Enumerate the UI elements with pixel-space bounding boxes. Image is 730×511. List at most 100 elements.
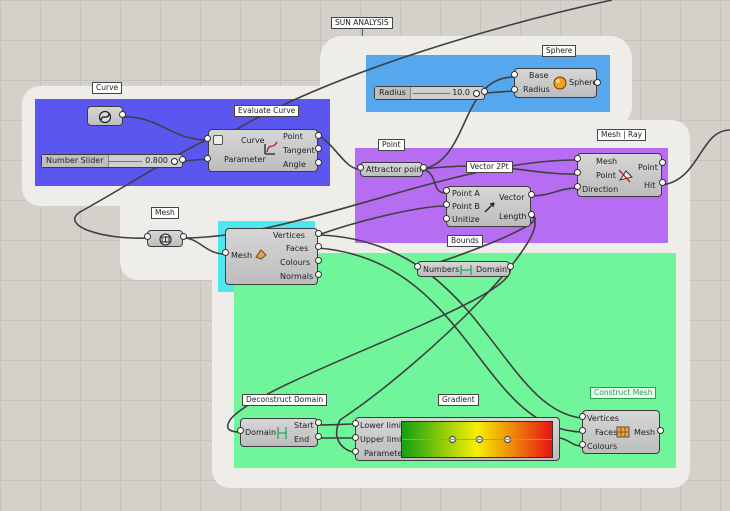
port[interactable] (315, 159, 322, 166)
cm-input-colours: Colours (587, 442, 618, 451)
vector2pt-tag: Vector 2Pt (466, 161, 513, 173)
port[interactable] (579, 441, 586, 448)
curve-param[interactable] (87, 106, 123, 126)
port[interactable] (357, 164, 364, 171)
wire-curve-eval (119, 116, 209, 141)
port[interactable] (315, 243, 322, 250)
sphere-component[interactable]: Base Radius Sphere (514, 68, 597, 98)
cm-output-mesh: Mesh (634, 428, 656, 437)
port[interactable] (315, 433, 322, 440)
gradient-tag: Gradient (438, 394, 479, 406)
evaluate-output-point: Point (283, 132, 303, 141)
radius-slider-knob[interactable] (473, 90, 480, 97)
port[interactable] (443, 201, 450, 208)
port[interactable] (180, 233, 187, 240)
vector-output-vector: Vector (499, 193, 525, 202)
port[interactable] (315, 132, 322, 139)
sphere-icon (553, 76, 567, 90)
port[interactable] (315, 271, 322, 278)
number-slider-label: Number Slider (42, 155, 109, 167)
port[interactable] (594, 79, 601, 86)
bounds-component[interactable]: Numbers Domain (417, 261, 510, 277)
port[interactable] (481, 88, 488, 95)
meshray-input-mesh: Mesh (596, 157, 618, 166)
attractor-point-param[interactable]: Attractor point (360, 162, 425, 177)
port[interactable] (144, 233, 151, 240)
port[interactable] (352, 434, 359, 441)
port[interactable] (574, 169, 581, 176)
deconstruct-domain-tag: Deconstruct Domain (242, 394, 328, 406)
deconstruct-mesh-component[interactable]: Mesh Vertices Faces Colours Normals (225, 228, 318, 285)
vector2pt-component[interactable]: Point A Point B Unitize Vector Length (446, 186, 531, 227)
gradient-component[interactable]: Lower limit Upper limit Parameter (355, 417, 560, 461)
evaluate-curve-component[interactable]: Curve Parameter Point Tangent Angle (208, 129, 318, 172)
port[interactable] (511, 86, 518, 93)
cm-input-vertices: Vertices (587, 414, 619, 423)
gradient-input-upper: Upper limit (360, 435, 405, 444)
port[interactable] (659, 179, 666, 186)
number-slider-knob[interactable] (171, 158, 178, 165)
sphere-output-sphere: Sphere (569, 78, 598, 87)
evaluate-curve-toggle[interactable] (213, 135, 223, 145)
curve-param-icon (264, 141, 278, 155)
port[interactable] (574, 183, 581, 190)
mesh-param[interactable] (147, 230, 183, 247)
port[interactable] (352, 420, 359, 427)
port[interactable] (579, 413, 586, 420)
vector-icon (484, 202, 495, 213)
evaluate-output-tangent: Tangent (283, 146, 315, 155)
port[interactable] (237, 427, 244, 434)
port[interactable] (579, 427, 586, 434)
port[interactable] (657, 427, 664, 434)
wire-domain-decon (226, 267, 511, 433)
attractor-point-label: Attractor point (366, 165, 425, 174)
deconmesh-output-colours: Colours (280, 258, 311, 267)
meshray-input-direction: Direction (582, 185, 619, 194)
port[interactable] (352, 448, 359, 455)
port[interactable] (222, 249, 229, 256)
evaluate-input-curve: Curve (241, 136, 265, 145)
port[interactable] (315, 230, 322, 237)
port[interactable] (659, 159, 666, 166)
radius-slider[interactable]: Radius 10.0 (374, 86, 485, 100)
mesh-ray-icon (618, 169, 633, 183)
port[interactable] (204, 155, 211, 162)
curve-tag: Curve (92, 82, 123, 94)
curve-param-icon (98, 110, 112, 124)
port[interactable] (443, 215, 450, 222)
deconmesh-input-mesh: Mesh (231, 251, 253, 260)
point-tag: Point (378, 139, 405, 151)
vector-output-length: Length (499, 212, 527, 221)
vector-input-unitize: Unitize (452, 215, 480, 224)
number-slider[interactable]: Number Slider 0.800 (41, 154, 183, 168)
sphere-tag: Sphere (542, 45, 577, 57)
deconmesh-output-faces: Faces (286, 244, 309, 253)
cm-input-faces: Faces (595, 428, 618, 437)
port[interactable] (315, 419, 322, 426)
port[interactable] (179, 156, 186, 163)
port[interactable] (574, 155, 581, 162)
meshray-output-hit: Hit (644, 181, 656, 190)
port[interactable] (414, 263, 421, 270)
port[interactable] (528, 211, 535, 218)
port[interactable] (528, 191, 535, 198)
port[interactable] (204, 135, 211, 142)
deconmesh-output-vertices: Vertices (273, 231, 305, 240)
port[interactable] (315, 257, 322, 264)
port[interactable] (443, 187, 450, 194)
port[interactable] (511, 71, 518, 78)
port[interactable] (420, 164, 427, 171)
wire-radius-sphere (484, 90, 515, 94)
port[interactable] (507, 263, 514, 270)
port[interactable] (315, 145, 322, 152)
domain-icon (277, 427, 287, 439)
wire-start-lower (317, 423, 356, 426)
mesh-ray-component[interactable]: Mesh Point Direction Point Hit (577, 153, 662, 197)
decondomain-input-domain: Domain (245, 428, 277, 437)
construct-mesh-component[interactable]: Vertices Faces Colours Mesh (582, 410, 660, 454)
bounds-input-numbers: Numbers (423, 265, 460, 274)
deconstruct-domain-component[interactable]: Domain Start End (240, 418, 318, 447)
decondomain-output-end: End (294, 435, 310, 444)
port[interactable] (119, 111, 126, 118)
meshray-input-point: Point (596, 171, 616, 180)
